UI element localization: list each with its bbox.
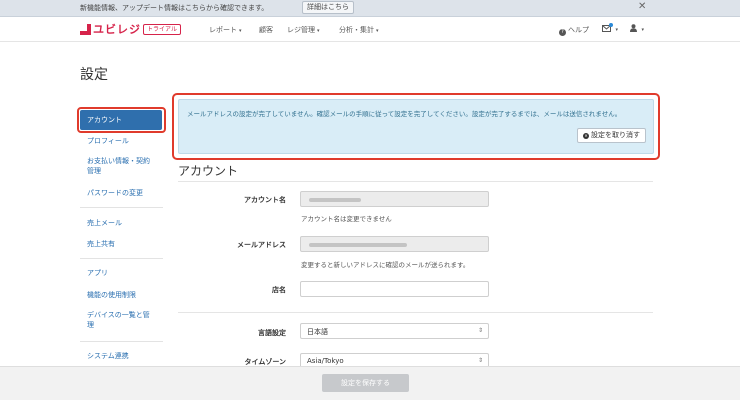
sidebar-divider xyxy=(80,341,163,342)
email-field[interactable] xyxy=(300,236,489,252)
nav-customers[interactable]: 顧客 xyxy=(259,25,273,35)
chevron-updown-icon: ⇕ xyxy=(477,327,483,334)
sidebar-item-devices[interactable]: デバイスの一覧と管理 xyxy=(80,310,164,330)
sidebar-divider xyxy=(80,207,163,208)
language-label: 言語設定 xyxy=(258,329,286,337)
chevron-down-icon: ▾ xyxy=(239,28,242,34)
save-settings-button[interactable]: 設定を保存する xyxy=(322,374,409,392)
account-name-label: アカウント名 xyxy=(244,196,286,204)
email-label: メールアドレス xyxy=(237,241,286,249)
notice-text: 新機能情報、アップデート情報はこちらから確認できます。 xyxy=(80,4,269,12)
trial-badge: トライアル xyxy=(143,24,181,35)
top-navbar: ユビレジ トライアル レポート ▾ 顧客 レジ管理 ▾ 分析・集計 ▾ ? ヘルプ ▾ … xyxy=(0,17,740,42)
store-name-label: 店名 xyxy=(272,286,286,294)
brand-name: ユビレジ xyxy=(93,23,141,36)
redacted-account-name xyxy=(309,198,361,202)
notification-dot xyxy=(609,23,613,27)
nav-customers-label: 顧客 xyxy=(259,26,273,34)
sidebar-item-apps[interactable]: アプリ xyxy=(80,268,164,278)
sidebar-item-payment-line1: お支払い情報・契約 xyxy=(87,157,150,165)
sidebar-item-feature-limits[interactable]: 機能の使用制限 xyxy=(80,290,164,300)
store-name-input[interactable] xyxy=(300,281,489,297)
sidebar-item-password[interactable]: パスワードの変更 xyxy=(80,188,164,198)
help-link[interactable]: ? ヘルプ xyxy=(559,25,589,36)
chevron-updown-icon: ⇕ xyxy=(477,357,483,364)
sidebar-highlight-box xyxy=(77,107,166,133)
user-menu[interactable]: ▾ xyxy=(630,24,644,33)
sidebar-item-devices-line2: 理 xyxy=(87,321,94,329)
close-icon[interactable]: ✕ xyxy=(638,1,646,12)
page-title: 設定 xyxy=(80,67,108,83)
footer-bar: 設定を保存する xyxy=(0,366,740,400)
logo-icon xyxy=(80,23,91,35)
timezone-value: Asia/Tokyo xyxy=(307,357,344,365)
sidebar-divider xyxy=(80,258,163,259)
nav-analytics[interactable]: 分析・集計 ▾ xyxy=(339,25,379,35)
nav-register[interactable]: レジ管理 ▾ xyxy=(287,25,320,35)
notice-details-button[interactable]: 詳細はこちら xyxy=(302,1,354,14)
notice-bar: 新機能情報、アップデート情報はこちらから確認できます。 詳細はこちら ✕ xyxy=(0,0,740,17)
chevron-down-icon: ▾ xyxy=(317,28,320,34)
sidebar-item-integrations[interactable]: システム連携 xyxy=(80,351,164,361)
nav-reports-label: レポート xyxy=(209,26,237,34)
nav-reports[interactable]: レポート ▾ xyxy=(209,25,242,35)
section-title-account: アカウント xyxy=(178,164,239,178)
logo[interactable]: ユビレジ xyxy=(80,22,141,36)
redacted-email xyxy=(309,243,407,247)
chevron-down-icon: ▾ xyxy=(641,27,645,33)
section-divider xyxy=(178,181,653,182)
account-name-field xyxy=(300,191,489,207)
sidebar-item-devices-line1: デバイスの一覧と管 xyxy=(87,311,150,319)
sidebar-item-sales-mail[interactable]: 売上メール xyxy=(80,218,164,228)
email-help: 変更すると新しいアドレスに確認のメールが送られます。 xyxy=(301,261,470,269)
language-value: 日本語 xyxy=(307,328,328,336)
sidebar-item-payment-line2: 管理 xyxy=(87,167,101,175)
user-icon xyxy=(630,24,637,32)
nav-register-label: レジ管理 xyxy=(287,26,315,34)
chevron-down-icon: ▾ xyxy=(376,28,379,34)
chevron-down-icon: ▾ xyxy=(615,27,619,33)
notifications-menu[interactable]: ▾ xyxy=(602,23,619,33)
sidebar-item-profile[interactable]: プロフィール xyxy=(80,136,164,146)
help-label: ヘルプ xyxy=(568,26,589,34)
section-divider xyxy=(178,312,653,313)
alert-highlight-box xyxy=(172,93,660,160)
question-icon: ? xyxy=(559,29,566,36)
language-select[interactable]: 日本語 ⇕ xyxy=(300,323,489,339)
sidebar-item-sales-share[interactable]: 売上共有 xyxy=(80,239,164,249)
nav-analytics-label: 分析・集計 xyxy=(339,26,374,34)
account-name-help: アカウント名は変更できません xyxy=(301,215,392,223)
sidebar-item-payment[interactable]: お支払い情報・契約 管理 xyxy=(80,156,164,176)
